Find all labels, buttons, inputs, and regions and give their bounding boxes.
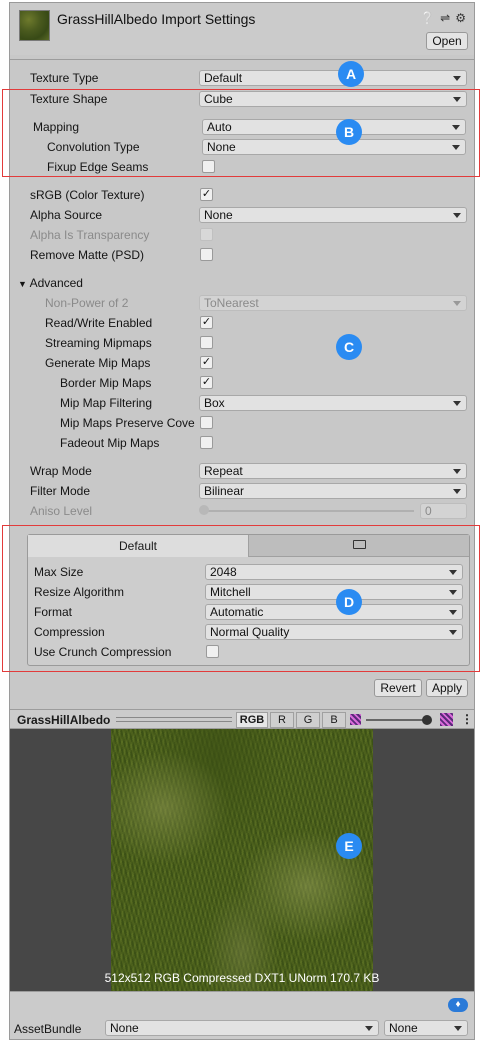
preview-title: GrassHillAlbedo [17,713,111,727]
fadeout-mip-maps-label: Fadeout Mip Maps [60,436,160,450]
inspector-header: GrassHillAlbedo Import Settings ❔ ⇌ ⚙ Op… [10,3,474,55]
asset-bundle-variant-value: None [389,1021,418,1035]
alpha-source-value: None [204,208,233,222]
preset-icon[interactable]: ⇌ [440,11,450,25]
channel-g-button[interactable]: G [296,712,320,728]
non-power-of-2-label: Non-Power of 2 [45,296,129,310]
label-tag-icon[interactable]: ♦ [448,998,468,1012]
remove-matte-label: Remove Matte (PSD) [30,248,145,262]
aniso-level-slider [202,510,414,512]
chevron-down-icon [453,301,461,306]
mip-maps-preserve-checkbox[interactable] [200,416,213,429]
chevron-down-icon [453,489,461,494]
remove-matte-checkbox[interactable] [200,248,213,261]
srgb-checkbox[interactable]: ✓ [200,188,213,201]
apply-button[interactable]: Apply [426,679,468,697]
asset-bundle-variant-dropdown[interactable]: None [384,1020,468,1036]
alpha-is-transparency-label: Alpha Is Transparency [30,228,150,242]
non-power-of-2-value: ToNearest [204,296,259,310]
border-mip-maps-checkbox[interactable]: ✓ [200,376,213,389]
srgb-label: sRGB (Color Texture) [30,188,145,202]
border-mip-maps-label: Border Mip Maps [60,376,152,390]
non-power-of-2-dropdown: ToNearest [199,295,467,311]
chevron-down-icon [453,401,461,406]
triangle-down-icon: ▼ [18,279,27,289]
mip-map-filtering-dropdown[interactable]: Box [199,395,467,411]
texture-type-label: Texture Type [30,71,99,85]
help-icon[interactable]: ❔ [420,11,435,25]
grass-texture-image [111,729,373,991]
aniso-level-handle [199,505,209,515]
callout-e: E [336,833,362,859]
alpha-source-label: Alpha Source [30,208,103,222]
read-write-label: Read/Write Enabled [45,316,153,330]
generate-mip-maps-label: Generate Mip Maps [45,356,151,370]
callout-c: C [336,334,362,360]
chevron-down-icon [454,1026,462,1031]
texture-type-value: Default [204,71,243,85]
gear-icon[interactable]: ⚙ [455,11,466,25]
channel-b-button[interactable]: B [322,712,346,728]
filter-mode-label: Filter Mode [30,484,91,498]
drag-handle[interactable] [116,717,232,722]
texture-info: 512x512 RGB Compressed DXT1 UNorm 170.7 … [104,971,380,985]
revert-button[interactable]: Revert [374,679,422,697]
aniso-level-label: Aniso Level [30,504,93,518]
header-icons: ❔ ⇌ ⚙ [420,11,466,25]
filter-mode-value: Bilinear [204,484,245,498]
wrap-mode-value: Repeat [204,464,243,478]
streaming-mipmaps-label: Streaming Mipmaps [45,336,152,350]
advanced-label: Advanced [29,276,83,290]
mip-level-handle[interactable] [422,715,432,725]
wrap-mode-label: Wrap Mode [30,464,92,478]
callout-a: A [338,61,364,87]
mip-large-icon [440,713,453,726]
open-button[interactable]: Open [426,32,468,50]
chevron-down-icon [453,213,461,218]
advanced-foldout[interactable]: ▼ Advanced [18,276,83,290]
texture-preview: 512x512 RGB Compressed DXT1 UNorm 170.7 … [10,729,474,991]
mip-map-filtering-value: Box [204,396,225,410]
asset-bundle-value: None [110,1021,139,1035]
chevron-down-icon [365,1026,373,1031]
generate-mip-maps-checkbox[interactable]: ✓ [200,356,213,369]
mip-small-icon [350,714,361,725]
texture-type-dropdown[interactable]: Default [199,70,467,86]
read-write-checkbox[interactable]: ✓ [200,316,213,329]
channel-rgb-button[interactable]: RGB [236,712,268,728]
mip-map-filtering-label: Mip Map Filtering [60,396,153,410]
channel-r-button[interactable]: R [270,712,294,728]
preview-toolbar: GrassHillAlbedo RGB R G B ⋮ [10,709,474,729]
filter-mode-dropdown[interactable]: Bilinear [199,483,467,499]
header-divider [10,59,474,60]
alpha-source-dropdown[interactable]: None [199,207,467,223]
mip-maps-preserve-label: Mip Maps Preserve Cove [60,416,195,430]
alpha-is-transparency-checkbox [200,228,213,241]
aniso-level-field: 0 [420,503,467,519]
chevron-down-icon [453,469,461,474]
inspector-title: GrassHillAlbedo Import Settings [57,11,256,27]
wrap-mode-dropdown[interactable]: Repeat [199,463,467,479]
asset-bundle-label: AssetBundle [14,1022,82,1036]
fadeout-mip-maps-checkbox[interactable] [200,436,213,449]
chevron-down-icon [453,76,461,81]
asset-bundle-dropdown[interactable]: None [105,1020,379,1036]
asset-bundle-footer: ♦ AssetBundle None None [10,991,474,1039]
mip-level-slider[interactable] [366,719,428,721]
highlight-box-d [2,525,480,672]
highlight-box-b [2,89,480,177]
texture-thumbnail [19,10,50,41]
streaming-mipmaps-checkbox[interactable] [200,336,213,349]
more-options-icon[interactable]: ⋮ [461,712,473,726]
